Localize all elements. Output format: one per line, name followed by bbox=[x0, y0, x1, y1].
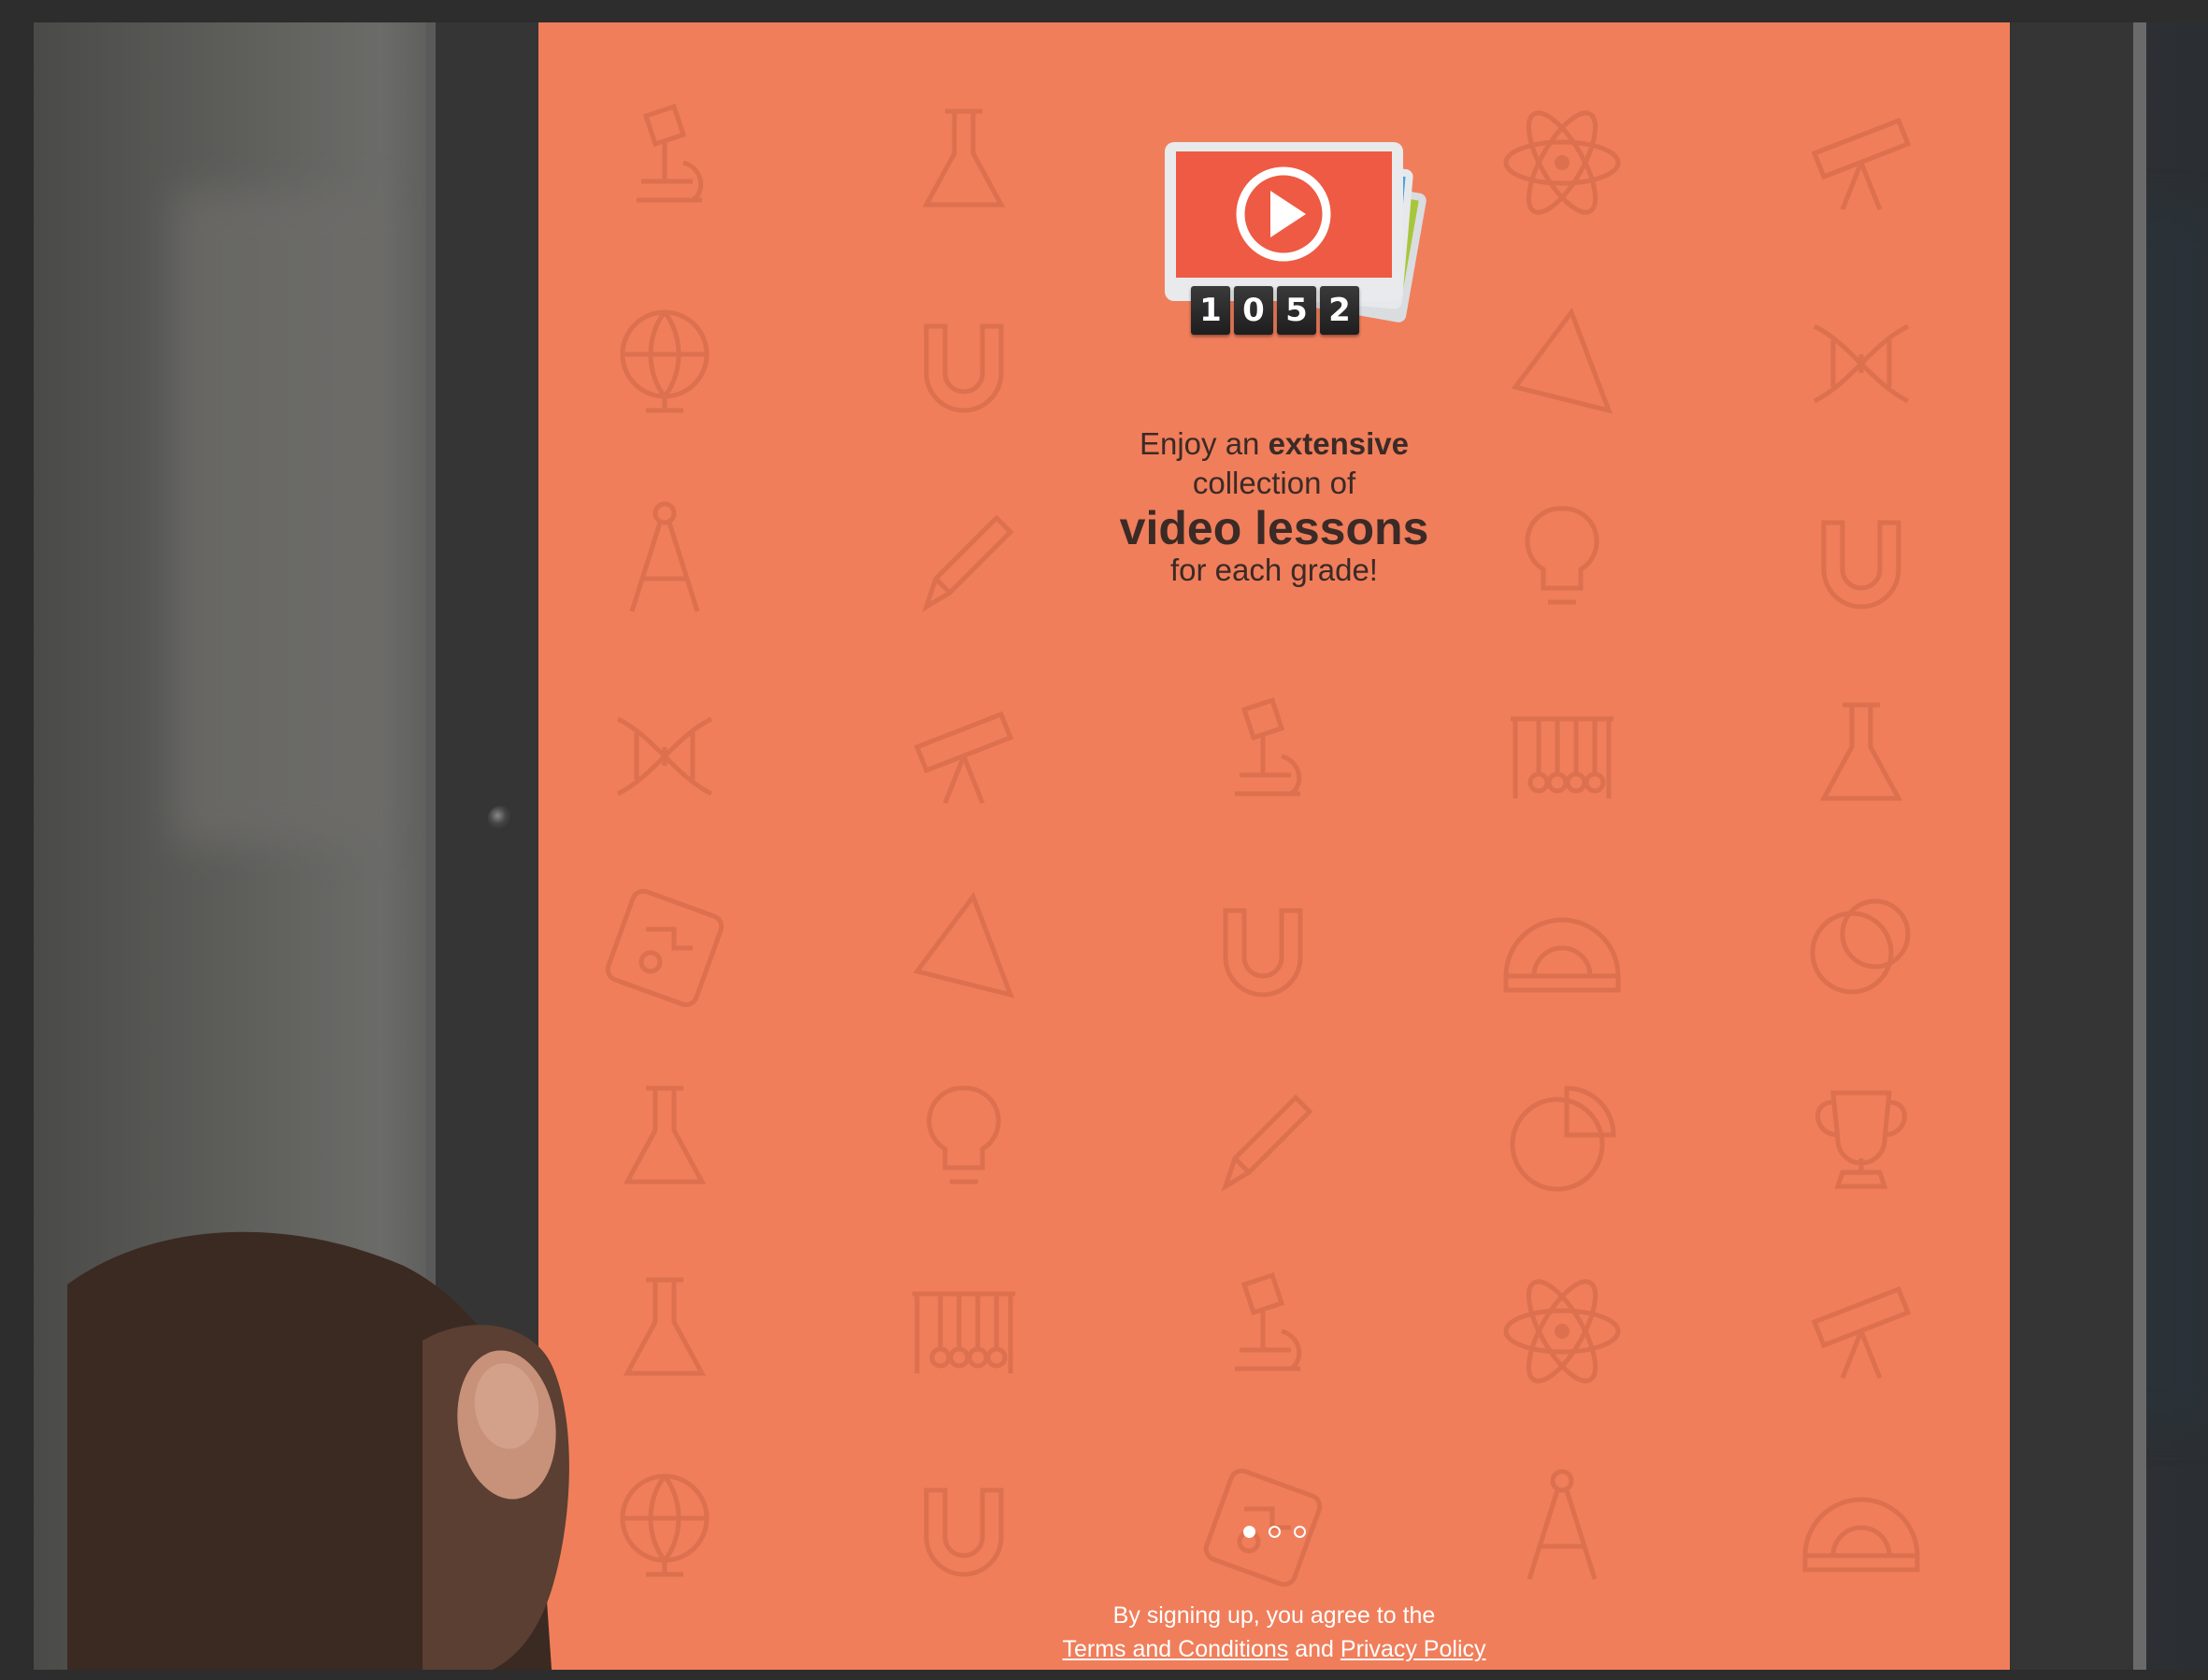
venn-icon bbox=[1786, 873, 1936, 1023]
lightbulb-icon bbox=[889, 1065, 1039, 1214]
counter-digit: 5 bbox=[1277, 286, 1316, 335]
flask-icon bbox=[889, 88, 1039, 237]
video-play-cards-icon: 1 0 5 2 bbox=[1137, 116, 1455, 387]
legal-prefix: By signing up, you agree to the bbox=[1112, 1602, 1436, 1629]
globe-icon bbox=[590, 289, 739, 438]
headline-line-2: collection of bbox=[1192, 466, 1356, 500]
counter-digit: 0 bbox=[1234, 286, 1273, 335]
counter-digit: 2 bbox=[1320, 286, 1359, 335]
atom-icon bbox=[1487, 1256, 1637, 1406]
page-indicator-dot[interactable] bbox=[1242, 1526, 1255, 1538]
flask-icon bbox=[1786, 682, 1936, 831]
telescope-icon bbox=[1786, 88, 1936, 237]
pencil-icon bbox=[1188, 1065, 1338, 1214]
terms-and-conditions-link[interactable]: Terms and Conditions bbox=[1063, 1636, 1289, 1662]
triangle-icon bbox=[889, 873, 1039, 1023]
page-indicator-dot[interactable] bbox=[1268, 1526, 1281, 1538]
telescope-icon bbox=[889, 682, 1039, 831]
flask-icon bbox=[590, 1065, 739, 1214]
lesson-counter: 1 0 5 2 bbox=[1191, 286, 1359, 335]
background-photo: 1 0 5 2 Enjoy an extensive collection of… bbox=[34, 22, 2208, 1670]
microscope-icon bbox=[1188, 1256, 1338, 1406]
counter-digit: 1 bbox=[1191, 286, 1230, 335]
dna-icon bbox=[1786, 289, 1936, 438]
triangle-icon bbox=[1487, 289, 1637, 438]
page-indicator-dot[interactable] bbox=[1293, 1526, 1306, 1538]
screenshot-frame: 1 0 5 2 Enjoy an extensive collection of… bbox=[0, 0, 2208, 1680]
newtons-cradle-icon bbox=[1487, 682, 1637, 831]
magnet-icon bbox=[1188, 873, 1338, 1023]
onboarding-headline: Enjoy an extensive collection of video l… bbox=[538, 424, 2010, 587]
headline-emphasis: video lessons bbox=[1119, 502, 1429, 554]
headline-prefix: Enjoy an bbox=[1139, 426, 1269, 461]
trophy-icon bbox=[1786, 1065, 1936, 1214]
microscope-icon bbox=[1188, 682, 1338, 831]
onboarding-screen[interactable]: 1 0 5 2 Enjoy an extensive collection of… bbox=[538, 22, 2010, 1670]
circuit-board-icon bbox=[590, 873, 739, 1023]
magnet-icon bbox=[889, 289, 1039, 438]
pie-chart-icon bbox=[1487, 1065, 1637, 1214]
legal-links: Terms and Conditions and Privacy Policy bbox=[538, 1632, 2010, 1666]
protractor-icon bbox=[1487, 873, 1637, 1023]
headline-line-1: Enjoy an extensive bbox=[538, 424, 2010, 464]
atom-icon bbox=[1487, 88, 1637, 237]
legal-joiner: and bbox=[1288, 1636, 1341, 1662]
page-indicator bbox=[538, 1526, 2010, 1538]
front-camera bbox=[488, 806, 512, 830]
telescope-icon bbox=[1786, 1256, 1936, 1406]
dna-icon bbox=[590, 682, 739, 831]
headline-bold-word: extensive bbox=[1268, 426, 1410, 461]
tablet-device: 1 0 5 2 Enjoy an extensive collection of… bbox=[426, 22, 2146, 1670]
microscope-icon bbox=[590, 88, 739, 237]
blurred-window bbox=[174, 191, 380, 845]
legal-notice: By signing up, you agree to the Terms an… bbox=[538, 1599, 2010, 1666]
newtons-cradle-icon bbox=[889, 1256, 1039, 1406]
privacy-policy-link[interactable]: Privacy Policy bbox=[1341, 1636, 1486, 1662]
holding-hand bbox=[67, 1210, 647, 1670]
headline-line-4: for each grade! bbox=[1170, 553, 1378, 587]
